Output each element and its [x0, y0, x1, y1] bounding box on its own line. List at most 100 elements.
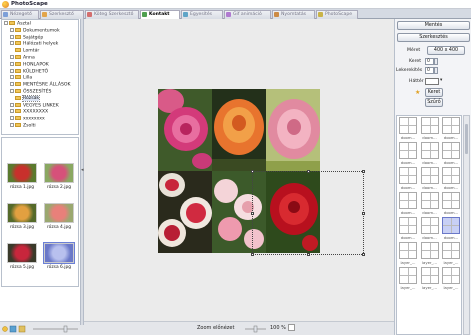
expand-icon[interactable]	[10, 82, 14, 87]
fit-icon[interactable]	[288, 324, 295, 331]
resize-handle[interactable]	[362, 253, 365, 256]
layout-item[interactable]: doom...	[420, 217, 440, 241]
resize-handle[interactable]	[251, 253, 254, 256]
tab-7[interactable]: PhotoScape	[316, 10, 358, 19]
star-icon[interactable]: ★	[415, 89, 420, 96]
selection-frame[interactable]	[251, 170, 365, 256]
layout-item[interactable]: doom...	[441, 167, 461, 191]
tree-item[interactable]: Asztal	[4, 21, 31, 27]
layout-item[interactable]: layer_...	[420, 267, 440, 291]
tree-item[interactable]: Lomtár	[10, 48, 39, 54]
layout-item[interactable]: doom...	[420, 117, 440, 141]
layout-item[interactable]: doom...	[441, 192, 461, 216]
expand-icon[interactable]	[10, 116, 14, 121]
layout-item[interactable]: layer_...	[398, 267, 418, 291]
save-button[interactable]: Mentés	[397, 21, 470, 30]
photo-thumbnail[interactable]: rózsa 2.jpg	[44, 163, 74, 190]
sun-icon[interactable]	[2, 326, 8, 332]
tree-item[interactable]: xxxxxxxx	[10, 116, 45, 122]
resize-handle[interactable]	[362, 170, 365, 173]
expand-icon[interactable]	[10, 123, 14, 127]
expand-icon[interactable]	[10, 61, 14, 66]
photo-thumbnail[interactable]: rózsa 1.jpg	[7, 163, 37, 190]
tab-0[interactable]: Nézegető	[1, 10, 39, 19]
expand-icon[interactable]	[10, 89, 14, 93]
layout-item[interactable]: doom...	[441, 142, 461, 166]
scroll-thumb[interactable]	[465, 124, 468, 154]
tab-1[interactable]: Szerkesztő	[40, 10, 84, 19]
filter-button[interactable]: Szűrő	[425, 98, 443, 107]
folder-tree[interactable]: Asztal Dokumentumok Sajátgép Hálózati helye…	[1, 19, 79, 135]
resize-handle[interactable]	[251, 212, 254, 215]
layout-item[interactable]: doom...	[398, 167, 418, 191]
tree-item[interactable]: Hálózati helyek	[10, 41, 58, 47]
tree-item[interactable]: XXXXXXXX	[10, 109, 48, 115]
tree-item[interactable]: MENTÉSRE ÁLLÁSOK	[10, 82, 71, 88]
resize-handle[interactable]	[307, 170, 310, 173]
tree-item[interactable]: Lilla	[10, 75, 32, 81]
tree-item[interactable]: Zsolti	[10, 123, 36, 129]
resize-handle[interactable]	[362, 212, 365, 215]
collage-cell-2[interactable]	[212, 89, 266, 171]
picture-icon[interactable]	[9, 325, 17, 333]
expand-icon[interactable]	[10, 109, 14, 114]
background-color-swatch[interactable]	[425, 78, 439, 85]
layout-item[interactable]: layer_...	[441, 267, 461, 291]
tree-item[interactable]: Dokumentumok	[10, 27, 60, 34]
layout-item[interactable]: layer_...	[398, 242, 418, 266]
expand-icon[interactable]	[10, 102, 14, 107]
photo-thumbnail[interactable]: rózsa 5.jpg	[7, 243, 37, 270]
tree-item[interactable]: KÜLDHETŐ	[10, 68, 48, 75]
tab-6[interactable]: Nyomtatás	[272, 10, 315, 19]
layout-item[interactable]: layer_...	[441, 242, 461, 266]
expand-icon[interactable]	[10, 68, 14, 73]
zoom-slider[interactable]	[244, 323, 268, 335]
resize-handle[interactable]	[251, 170, 254, 173]
expand-icon[interactable]	[10, 55, 14, 59]
layout-item[interactable]: layer_...	[420, 242, 440, 266]
tree-item[interactable]: Rózsák	[10, 95, 41, 103]
tree-item[interactable]: HONLAPOK	[10, 61, 49, 68]
expand-icon[interactable]	[10, 75, 14, 80]
expand-icon[interactable]	[10, 34, 14, 39]
zoom-slider-handle[interactable]	[253, 325, 258, 333]
photo-thumbnail[interactable]: rózsa 3.jpg	[7, 203, 37, 230]
thumbnail-list[interactable]: rózsa 1.jpg rózsa 2.jpg rózsa 3.jpg rózsa 4…	[1, 137, 79, 287]
canvas-area[interactable]	[84, 19, 394, 321]
collage-cell-3[interactable]	[266, 89, 320, 171]
layout-item[interactable]: doom...	[398, 142, 418, 166]
layout-item[interactable]: doom...	[441, 217, 461, 241]
chevron-down-icon[interactable]: ▾	[440, 78, 442, 83]
tree-item[interactable]: VEGYES LINKEK	[10, 102, 59, 109]
margin-input[interactable]: 0	[425, 58, 434, 65]
collage-cell-1[interactable]	[158, 89, 212, 171]
tab-5[interactable]: Gif animáció	[224, 10, 271, 19]
expand-icon[interactable]	[4, 21, 8, 25]
layout-item[interactable]: doom...	[398, 117, 418, 141]
photo-thumbnail[interactable]: rózsa 4.jpg	[44, 203, 74, 230]
layout-item[interactable]: doom...	[398, 192, 418, 216]
tree-item[interactable]: ÖSSZESÍTÉS	[10, 89, 51, 95]
layout-scrollbar[interactable]	[463, 115, 470, 335]
left-status-controls[interactable]	[0, 322, 84, 335]
photo-thumbnail[interactable]: rózsa 6.jpg	[43, 242, 75, 270]
layout-item[interactable]: doom...	[420, 167, 440, 191]
round-stepper[interactable]	[434, 67, 438, 74]
tree-item[interactable]: Sajátgép	[10, 34, 43, 41]
size-button[interactable]: 400 x 400	[427, 46, 465, 55]
expand-icon[interactable]	[10, 41, 14, 46]
layout-grid[interactable]: doom... doom... doom... doom... doom... doom.…	[396, 115, 462, 335]
layout-item[interactable]: doom...	[420, 192, 440, 216]
tree-item[interactable]: Anna	[10, 55, 35, 61]
thumb-size-slider-handle[interactable]	[63, 325, 68, 333]
layout-item[interactable]: doom...	[420, 142, 440, 166]
tab-4[interactable]: Egyesítés	[181, 10, 223, 19]
collage-cell-4[interactable]	[158, 171, 212, 253]
margin-stepper[interactable]	[434, 58, 438, 65]
frame-button[interactable]: Keret	[425, 88, 443, 97]
edit-button[interactable]: Szerkesztés	[397, 33, 470, 42]
folder-icon[interactable]	[18, 325, 26, 333]
round-input[interactable]: 0	[425, 67, 434, 74]
resize-handle[interactable]	[307, 253, 310, 256]
layout-item[interactable]: doom...	[441, 117, 461, 141]
